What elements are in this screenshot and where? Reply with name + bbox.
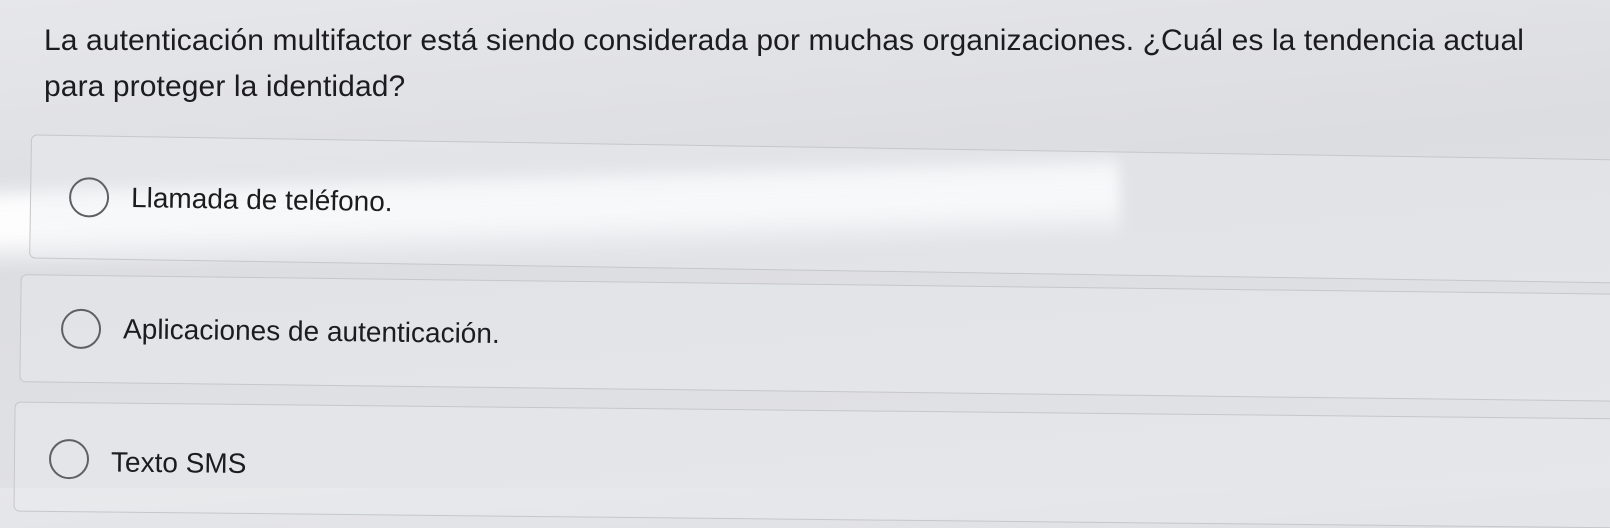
answer-option-phone-call[interactable]: Llamada de teléfono. — [29, 134, 1610, 284]
radio-button-icon[interactable] — [60, 308, 102, 350]
answer-option-label: Llamada de teléfono. — [130, 182, 393, 218]
question-text: La autenticación multifactor está siendo… — [44, 24, 1524, 103]
radio-button-icon[interactable] — [68, 177, 110, 218]
answer-option-label: Aplicaciones de autenticación. — [122, 313, 500, 350]
answer-option-authenticator-apps[interactable]: Aplicaciones de autenticación. — [19, 274, 1610, 402]
answer-option-sms-text[interactable]: Texto SMS — [13, 401, 1610, 528]
answer-option-label: Texto SMS — [110, 446, 247, 479]
radio-button-icon[interactable] — [48, 438, 90, 480]
